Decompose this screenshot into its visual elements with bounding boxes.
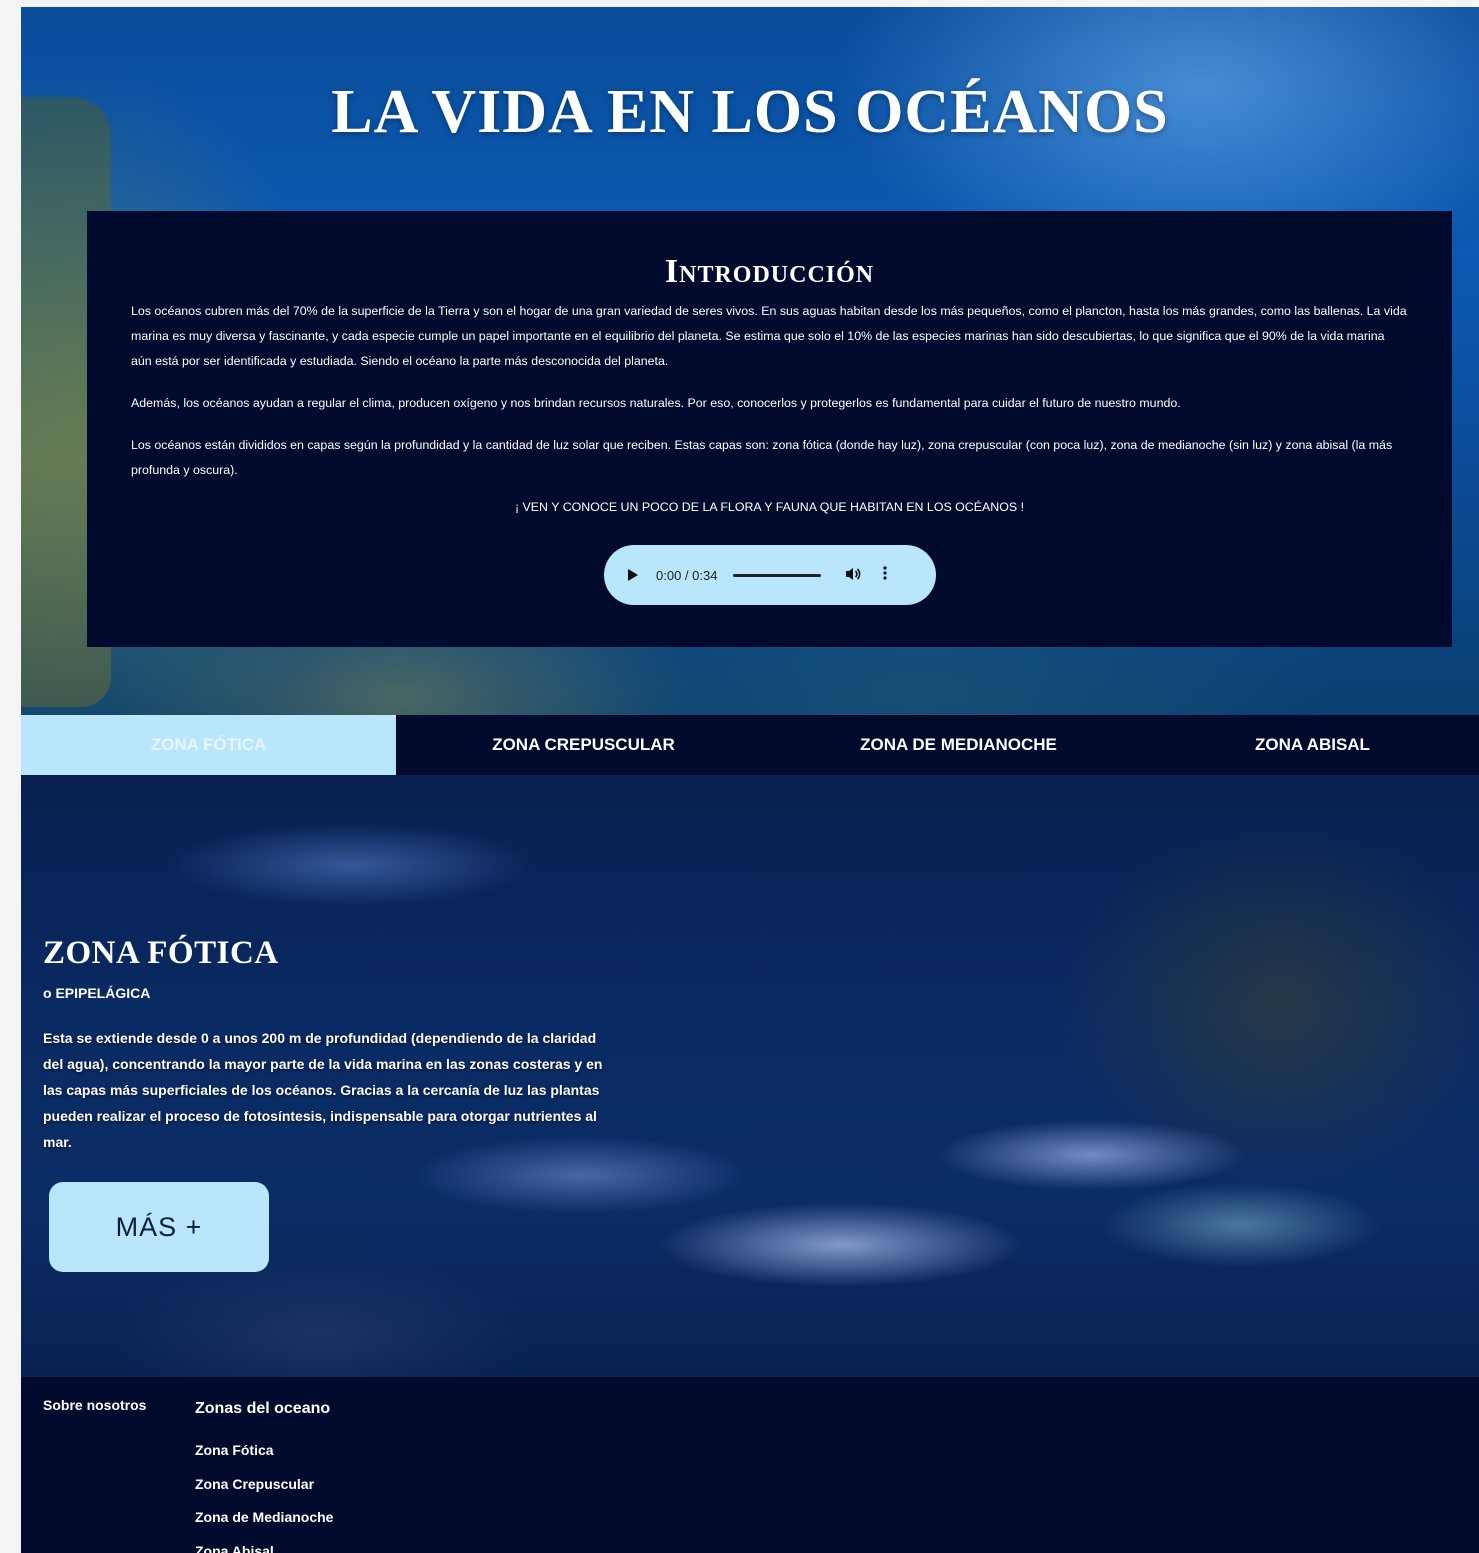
page: LA VIDA EN LOS OCÉANOS Introducción Los …	[21, 7, 1479, 1553]
zone-title: ZONA FÓTICA	[43, 935, 279, 971]
play-icon[interactable]	[628, 569, 638, 581]
more-button[interactable]: MÁS +	[49, 1182, 269, 1272]
zone-subtitle: o EPIPELÁGICA	[43, 985, 151, 1001]
footer-link-zona-abisal[interactable]: Zona Abisal	[195, 1540, 333, 1553]
intro-paragraph-1: Los océanos cubren más del 70% de la sup…	[131, 304, 1407, 368]
footer-about-link[interactable]: Sobre nosotros	[43, 1397, 146, 1413]
footer: Sobre nosotros Zonas del oceano Zona Fót…	[21, 1377, 1479, 1553]
hero-section: LA VIDA EN LOS OCÉANOS Introducción Los …	[21, 7, 1479, 715]
footer-zones-list: Zona Fótica Zona Crepuscular Zona de Med…	[195, 1439, 333, 1553]
tab-zona-abisal[interactable]: ZONA ABISAL	[1146, 715, 1479, 775]
footer-link-zona-fotica[interactable]: Zona Fótica	[195, 1439, 333, 1473]
footer-link-zona-crepuscular[interactable]: Zona Crepuscular	[195, 1473, 333, 1507]
intro-paragraph-3: Los océanos están divididos en capas seg…	[131, 438, 1393, 477]
audio-time: 0:00 / 0:34	[656, 567, 718, 583]
intro-title: Introducción	[664, 253, 875, 290]
tab-zona-crepuscular[interactable]: ZONA CREPUSCULAR	[396, 715, 771, 775]
tab-zona-fotica[interactable]: ZONA FÓTICA	[21, 715, 396, 775]
footer-link-zona-medianoche[interactable]: Zona de Medianoche	[195, 1506, 333, 1540]
tab-zona-medianoche[interactable]: ZONA DE MEDIANOCHE	[771, 715, 1146, 775]
footer-zones-title: Zonas del oceano	[195, 1400, 331, 1417]
volume-icon[interactable]	[845, 567, 861, 584]
audio-player[interactable]: 0:00 / 0:34	[604, 545, 936, 605]
zone-section: ZONA FÓTICA o EPIPELÁGICA Esta se extien…	[21, 775, 1479, 1377]
zone-description: Esta se extiende desde 0 a unos 200 m de…	[43, 1030, 603, 1150]
page-title: LA VIDA EN LOS OCÉANOS	[331, 78, 1169, 146]
more-vertical-icon[interactable]	[883, 566, 888, 584]
intro-panel: Introducción Los océanos cubren más del …	[87, 211, 1452, 647]
audio-progress-track[interactable]	[733, 573, 822, 577]
intro-paragraph-2: Además, los océanos ayudan a regular el …	[131, 396, 1181, 410]
zone-tabs: ZONA FÓTICA ZONA CREPUSCULAR ZONA DE MED…	[21, 715, 1479, 775]
intro-call-to-action: ¡ VEN Y CONOCE UN POCO DE LA FLORA Y FAU…	[514, 500, 1025, 514]
